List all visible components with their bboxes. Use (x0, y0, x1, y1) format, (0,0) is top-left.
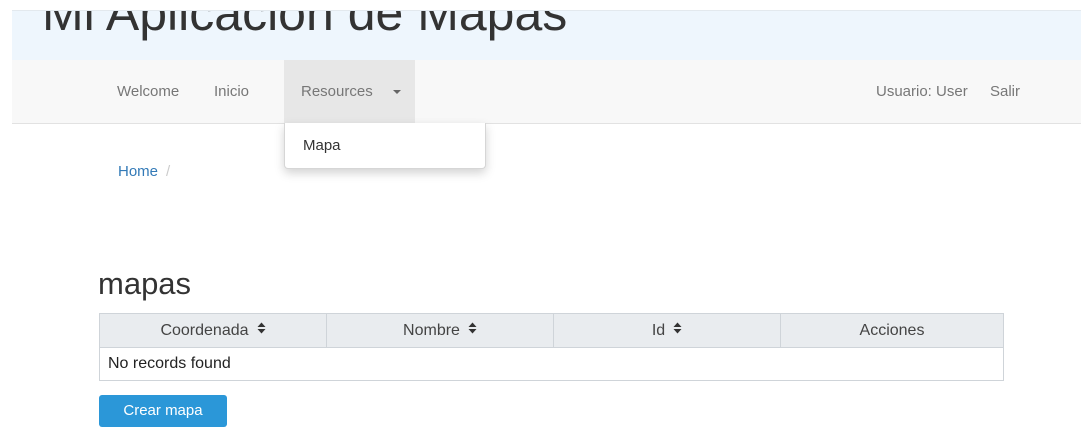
empty-message: No records found (99, 347, 1004, 381)
create-map-button[interactable]: Crear mapa (99, 395, 227, 427)
column-header-nombre[interactable]: Nombre (326, 313, 554, 348)
navbar: Welcome Inicio Resources Usuario: User S… (12, 60, 1081, 124)
breadcrumb-home[interactable]: Home (118, 163, 158, 180)
table-header-row: Coordenada Nombre Id Acciones (99, 313, 1004, 348)
column-label: Nombre (403, 321, 460, 339)
resources-dropdown-menu: Mapa (284, 123, 486, 169)
logout-link[interactable]: Salir (990, 60, 1020, 123)
breadcrumb-separator: / (166, 163, 171, 180)
app-header: Mi Aplicacion de Mapas (12, 10, 1081, 61)
app-title: Mi Aplicacion de Mapas (42, 10, 568, 41)
column-header-id[interactable]: Id (553, 313, 781, 348)
column-header-acciones: Acciones (780, 313, 1004, 348)
table-row: No records found (99, 347, 1004, 381)
column-header-coordenada[interactable]: Coordenada (99, 313, 327, 348)
page-title: mapas (98, 266, 192, 301)
mapas-table: Coordenada Nombre Id Acciones No records… (99, 313, 1004, 381)
breadcrumb: Home / (118, 163, 170, 180)
nav-inicio[interactable]: Inicio (214, 60, 249, 123)
nav-welcome[interactable]: Welcome (117, 60, 179, 123)
column-label: Id (651, 321, 666, 339)
sort-icon (257, 322, 266, 337)
column-label: Acciones (859, 321, 925, 339)
nav-resources-dropdown[interactable]: Resources (284, 60, 415, 123)
column-label: Coordenada (160, 321, 249, 339)
current-user: Usuario: User (876, 83, 968, 100)
sort-icon (673, 322, 682, 337)
nav-resources-label: Resources (301, 83, 373, 100)
dropdown-item-mapa[interactable]: Mapa (303, 137, 341, 154)
sort-icon (468, 322, 477, 337)
caret-down-icon (393, 90, 401, 94)
